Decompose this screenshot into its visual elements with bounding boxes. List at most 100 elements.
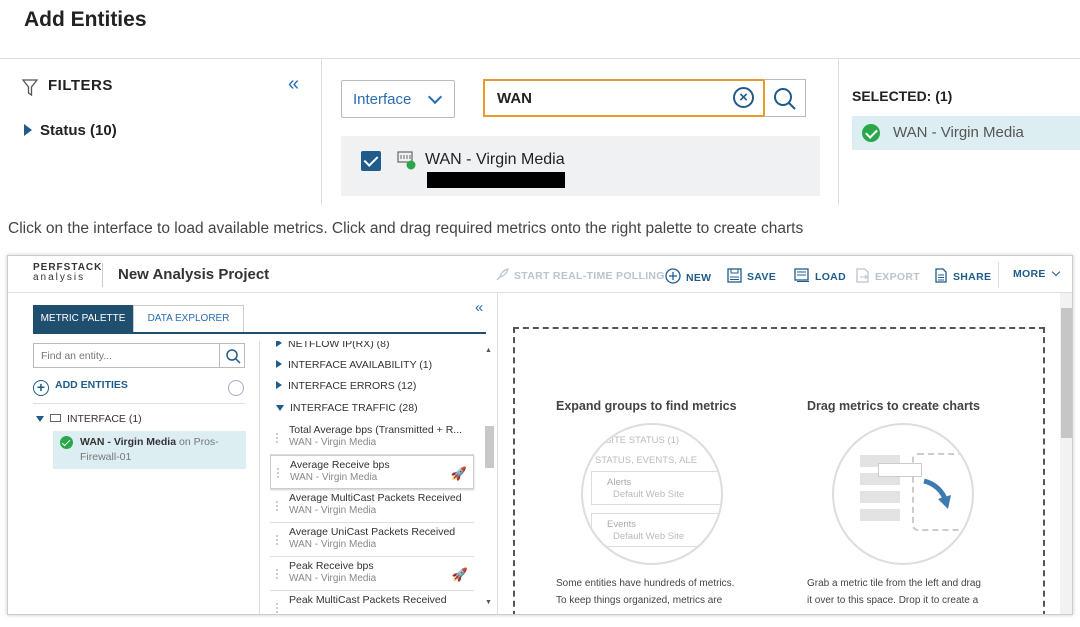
illustration-text: Default Web Site [613, 531, 685, 542]
find-entity-button[interactable] [219, 343, 245, 368]
expand-groups-illustration: SITE STATUS (1) STATUS, EVENTS, ALE Aler… [581, 423, 723, 565]
interface-group-label: INTERFACE (1) [67, 413, 142, 425]
entity-type-select[interactable]: Interface [341, 80, 455, 118]
entity-label: WAN - Virgin Media [80, 436, 177, 448]
drag-handle-icon[interactable] [275, 602, 279, 614]
metric-tile[interactable]: Peak Receive bps WAN - Virgin Media 🚀 [270, 557, 474, 591]
search-button[interactable] [764, 79, 806, 117]
collapse-palette-icon[interactable]: « [475, 299, 483, 316]
save-label: SAVE [747, 271, 777, 283]
chevron-down-icon [1051, 267, 1061, 277]
divider [259, 341, 260, 614]
rocket-icon [496, 268, 509, 281]
drag-handle-icon[interactable] [275, 534, 279, 546]
illustration-text: Events [607, 519, 637, 530]
entity-type-value: Interface [353, 91, 412, 108]
metric-list-scrollbar[interactable] [485, 426, 494, 468]
metric-group[interactable]: NETFLOW IP(RX) (8) [276, 341, 390, 350]
tab-data-explorer[interactable]: DATA EXPLORER [133, 305, 244, 333]
add-entities-button[interactable]: + ADD ENTITIES [33, 379, 128, 396]
result-label: WAN - Virgin Media [425, 151, 565, 168]
add-entities-label: ADD ENTITIES [55, 379, 128, 391]
metric-entity: WAN - Virgin Media [289, 573, 377, 584]
illustration-text: Default Web Site [613, 489, 685, 500]
perfstack-app: PERFSTACK analysis New Analysis Project … [7, 255, 1073, 615]
metric-group-label: INTERFACE AVAILABILITY (1) [288, 359, 433, 371]
metric-list: NETFLOW IP(RX) (8) INTERFACE AVAILABILIT… [270, 341, 482, 614]
drag-handle-icon[interactable] [275, 500, 279, 512]
metric-group-label: NETFLOW IP(RX) (8) [288, 341, 390, 350]
tab-metric-palette[interactable]: METRIC PALETTE [33, 305, 133, 333]
illustration-bar [860, 491, 900, 503]
collapse-filters-icon[interactable]: « [288, 73, 299, 96]
interface-icon [397, 151, 416, 170]
funnel-icon [22, 79, 38, 97]
save-button[interactable]: SAVE [727, 268, 776, 283]
entity-row[interactable]: WAN - Virgin Media on Pros-Firewall-01 [53, 431, 246, 469]
project-title: New Analysis Project [118, 266, 270, 283]
more-button[interactable]: MORE [1013, 267, 1061, 280]
find-entity-input[interactable] [33, 343, 245, 368]
check-circle-icon [862, 124, 880, 142]
divider [998, 262, 999, 288]
status-filter-label: Status (10) [40, 122, 117, 139]
scroll-down-icon[interactable]: ▼ [485, 599, 492, 606]
redacted-text [427, 172, 565, 188]
filters-label: FILTERS [48, 77, 113, 94]
illustration-text: Alerts [607, 477, 632, 488]
share-button[interactable]: SHARE [934, 268, 991, 283]
expand-arrow-icon [36, 416, 44, 422]
selected-item-label: WAN - Virgin Media [893, 124, 1024, 141]
drag-handle-icon[interactable] [275, 432, 279, 444]
selected-item[interactable]: WAN - Virgin Media [852, 116, 1080, 150]
metric-tile[interactable]: Average UniCast Packets Received WAN - Vi… [270, 523, 474, 557]
metric-entity: WAN - Virgin Media [290, 472, 378, 483]
metric-group-label: INTERFACE TRAFFIC (28) [290, 402, 418, 414]
metric-group[interactable]: INTERFACE TRAFFIC (28) [276, 402, 418, 414]
load-icon [794, 268, 809, 282]
expand-arrow-icon [276, 341, 282, 347]
load-button[interactable]: LOAD [794, 268, 846, 283]
drag-handle-icon[interactable] [275, 568, 279, 580]
refresh-icon[interactable] [228, 380, 244, 396]
scroll-up-icon[interactable]: ▲ [485, 347, 492, 354]
search-result-row[interactable]: WAN - Virgin Media [341, 136, 820, 196]
export-icon [856, 268, 869, 283]
load-label: LOAD [815, 271, 846, 283]
export-button[interactable]: EXPORT [855, 268, 920, 283]
metric-tile[interactable]: Total Average bps (Transmitted + R... WAN… [270, 421, 474, 455]
metric-title: Average Receive bps [290, 459, 390, 471]
interface-group[interactable]: INTERFACE (1) [36, 413, 142, 425]
rocket-icon[interactable]: 🚀 [451, 466, 467, 482]
canvas-scrollbar[interactable] [1061, 308, 1072, 438]
metric-title: Total Average bps (Transmitted + R... [289, 424, 463, 436]
start-polling-button[interactable]: START REAL-TIME POLLING [495, 268, 665, 282]
illustration-bar [860, 509, 900, 521]
status-filter[interactable]: Status (10) [24, 122, 117, 139]
clear-search-icon[interactable]: × [733, 87, 754, 108]
metric-tile[interactable]: Average MultiCast Packets Received WAN - … [270, 489, 474, 523]
plus-circle-icon [665, 268, 681, 284]
illustration-text: SITE STATUS (1) [605, 435, 680, 446]
new-button[interactable]: NEW [665, 268, 711, 284]
metric-group[interactable]: INTERFACE ERRORS (12) [276, 380, 416, 392]
metric-title: Peak Receive bps [289, 560, 374, 572]
metric-title: Average MultiCast Packets Received [289, 492, 462, 504]
drag-handle-icon[interactable] [276, 467, 280, 479]
result-checkbox[interactable] [361, 151, 381, 171]
selected-panel: SELECTED: (1) WAN - Virgin Media [839, 59, 1080, 205]
search-input[interactable] [483, 79, 765, 117]
expand-arrow-icon [276, 381, 282, 389]
perfstack-logo: PERFSTACK analysis [33, 263, 102, 283]
share-label: SHARE [953, 271, 992, 283]
drag-metrics-description: Grab a metric tile from the left and dra… [807, 575, 1017, 609]
metric-group[interactable]: INTERFACE AVAILABILITY (1) [276, 359, 432, 371]
collapse-arrow-icon [276, 405, 284, 411]
more-label: MORE [1013, 268, 1046, 280]
metric-tile[interactable]: Peak MultiCast Packets Received [270, 591, 474, 614]
search-icon [774, 88, 796, 110]
app-header: PERFSTACK analysis New Analysis Project … [8, 256, 1072, 293]
tab-underline [33, 332, 486, 334]
metric-tile[interactable]: Average Receive bps WAN - Virgin Media 🚀 [270, 455, 474, 489]
rocket-icon[interactable]: 🚀 [452, 567, 468, 583]
